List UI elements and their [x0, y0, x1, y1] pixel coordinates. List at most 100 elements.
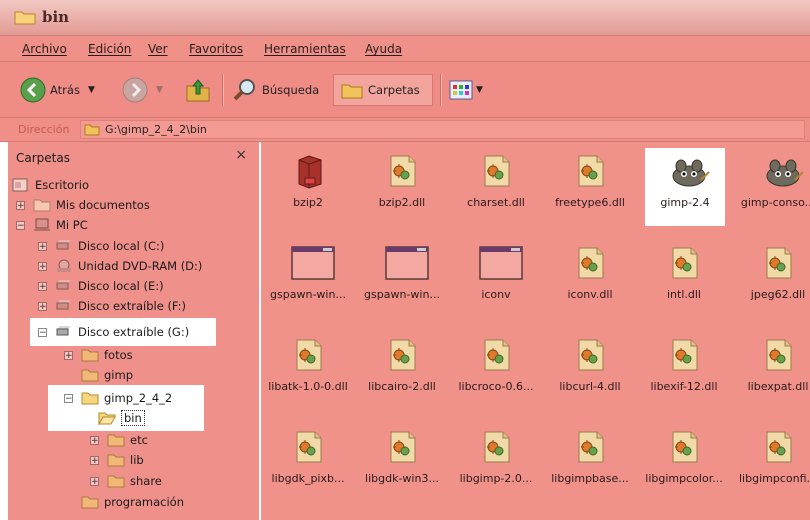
tree-item-programacion[interactable]: programación — [81, 492, 184, 512]
expand-icon[interactable]: + — [90, 476, 99, 486]
menu-edicion[interactable]: Edición — [88, 42, 131, 56]
folder-icon — [107, 474, 125, 488]
file-item[interactable]: intl.dll — [637, 240, 731, 318]
window-title: bin — [42, 8, 70, 26]
tree-item-lib[interactable]: + lib — [90, 450, 144, 470]
menu-archivo[interactable]: Archivo — [22, 42, 67, 56]
expand-icon[interactable]: + — [90, 455, 99, 465]
forward-dropdown-icon[interactable]: ▼ — [156, 85, 163, 95]
file-item[interactable]: libgimpconfi... — [731, 424, 810, 502]
tree-item-mi-pc[interactable]: − Mi PC — [16, 215, 88, 235]
file-name: gspawn-win... — [270, 288, 346, 301]
tree-item-escritorio[interactable]: Escritorio — [12, 175, 89, 195]
expand-icon[interactable]: + — [64, 350, 73, 360]
close-icon[interactable]: × — [235, 147, 247, 163]
folders-button[interactable]: Carpetas — [333, 74, 433, 106]
file-item[interactable]: gspawn-win... — [355, 240, 449, 318]
collapse-icon[interactable]: − — [38, 327, 47, 337]
file-item[interactable]: gspawn-win... — [261, 240, 355, 318]
file-item[interactable]: libgimp-2.0... — [449, 424, 543, 502]
menu-ver[interactable]: Ver — [148, 42, 168, 56]
file-item[interactable]: libexpat.dll — [731, 332, 810, 410]
expand-icon[interactable]: + — [38, 261, 47, 271]
search-icon — [233, 79, 255, 101]
menu-favoritos[interactable]: Favoritos — [189, 42, 243, 56]
tree-item-fotos[interactable]: + fotos — [64, 345, 133, 365]
expand-icon[interactable]: + — [38, 241, 47, 251]
file-item[interactable]: libgimpbase... — [543, 424, 637, 502]
expand-icon[interactable]: + — [90, 435, 99, 445]
file-name: libcroco-0.6... — [458, 380, 534, 393]
file-item[interactable]: gimp-2.4 — [645, 148, 725, 226]
file-name: libcurl-4.dll — [559, 380, 621, 393]
file-item[interactable]: gimp-conso... — [731, 148, 810, 226]
tree-item-disco-e[interactable]: + Disco local (E:) — [38, 276, 164, 296]
file-item[interactable]: libgdk_pixb... — [261, 424, 355, 502]
tree-item-mis-documentos[interactable]: + Mis documentos — [16, 195, 150, 215]
tree-item-disco-c[interactable]: + Disco local (C:) — [38, 236, 164, 256]
menu-ayuda[interactable]: Ayuda — [365, 42, 402, 56]
tree-item-bin[interactable]: bin — [98, 408, 145, 428]
up-folder-button[interactable] — [184, 74, 212, 106]
collapse-icon[interactable]: − — [64, 393, 73, 403]
dll-icon — [479, 338, 515, 372]
forward-arrow-icon — [122, 77, 148, 103]
folder-icon — [14, 11, 36, 25]
dll-icon — [291, 430, 327, 464]
open-folder-icon — [98, 411, 116, 426]
expand-icon[interactable]: + — [38, 281, 47, 291]
dvd-drive-icon — [55, 259, 73, 273]
back-button[interactable]: Atrás ▼ — [20, 74, 95, 106]
file-item[interactable]: libgimpcolor... — [637, 424, 731, 502]
address-label: Dirección — [18, 123, 70, 136]
file-name: libgimpcolor... — [645, 472, 723, 485]
file-name: libcairo-2.dll — [368, 380, 436, 393]
menu-herramientas[interactable]: Herramientas — [264, 42, 346, 56]
tree-item-gimp-2-4-2[interactable]: − gimp_2_4_2 — [64, 388, 172, 408]
search-button[interactable]: Búsqueda — [232, 74, 319, 106]
tree-item-dvd-d[interactable]: + Unidad DVD-RAM (D:) — [38, 256, 202, 276]
tree-item-disco-g[interactable]: − Disco extraíble (G:) — [38, 322, 189, 342]
exe-window-icon — [479, 246, 523, 280]
address-path: G:\gimp_2_4_2\bin — [105, 123, 207, 136]
folders-pane-title: Carpetas — [16, 151, 70, 165]
file-item[interactable]: bzip2 — [261, 148, 355, 226]
address-input[interactable]: G:\gimp_2_4_2\bin — [80, 120, 805, 139]
file-name: intl.dll — [667, 288, 701, 301]
tree-item-disco-f[interactable]: + Disco extraíble (F:) — [38, 296, 186, 316]
tree-item-label: programación — [104, 495, 184, 509]
file-name: gspawn-win... — [364, 288, 440, 301]
back-dropdown-icon[interactable]: ▼ — [88, 85, 95, 95]
dll-icon — [291, 338, 327, 372]
tree-item-share[interactable]: + share — [90, 471, 162, 491]
dll-icon — [761, 338, 797, 372]
file-item[interactable]: jpeg62.dll — [731, 240, 810, 318]
file-item[interactable]: freetype6.dll — [543, 148, 637, 226]
forward-button[interactable]: ▼ — [122, 74, 163, 106]
collapse-icon[interactable]: − — [16, 220, 25, 230]
dll-icon — [385, 430, 421, 464]
file-item[interactable]: libcurl-4.dll — [543, 332, 637, 410]
file-item[interactable]: charset.dll — [449, 148, 543, 226]
tree-item-gimp[interactable]: gimp — [81, 365, 133, 385]
folder-icon — [81, 495, 99, 509]
views-button[interactable]: ▼ — [448, 74, 483, 106]
file-item[interactable]: iconv — [449, 240, 543, 318]
file-name: gimp-conso... — [740, 196, 810, 209]
file-item[interactable]: iconv.dll — [543, 240, 637, 318]
expand-icon[interactable]: + — [16, 200, 25, 210]
file-item[interactable]: bzip2.dll — [355, 148, 449, 226]
file-name: iconv.dll — [567, 288, 613, 301]
views-dropdown-icon[interactable]: ▼ — [476, 85, 483, 95]
file-item[interactable]: libexif-12.dll — [637, 332, 731, 410]
dll-icon — [667, 338, 703, 372]
file-item[interactable]: libcairo-2.dll — [355, 332, 449, 410]
file-item[interactable]: libatk-1.0-0.dll — [261, 332, 355, 410]
expand-icon[interactable]: + — [38, 301, 47, 311]
file-item[interactable]: libcroco-0.6... — [449, 332, 543, 410]
archive-icon — [291, 154, 327, 189]
file-name: freetype6.dll — [555, 196, 625, 209]
file-item[interactable]: libgdk-win3... — [355, 424, 449, 502]
toolbar: Atrás ▼ ▼ Búsqueda Carpetas ▼ — [0, 62, 810, 118]
tree-item-etc[interactable]: + etc — [90, 430, 148, 450]
